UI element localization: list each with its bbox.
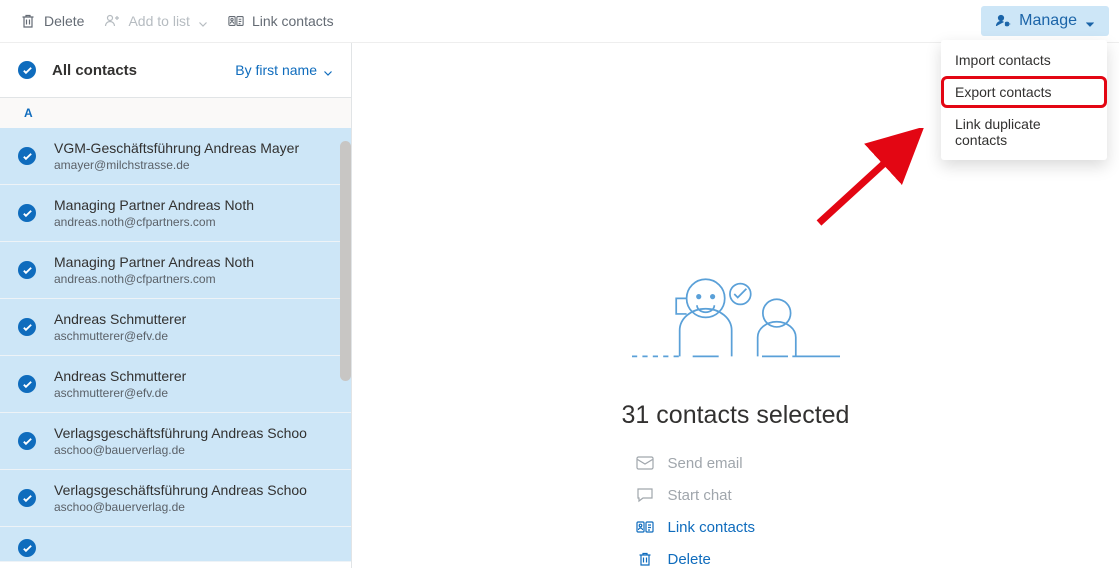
person-add-icon [104,13,120,29]
delete-action[interactable]: Delete [636,550,836,568]
contact-name: Verlagsgeschäftsführung Andreas Schoo [54,482,307,498]
contact-row[interactable] [0,527,351,562]
select-all-check-icon[interactable] [18,61,36,79]
start-chat-label: Start chat [668,487,732,504]
chat-icon [636,486,654,504]
contact-list[interactable]: VGM-Geschäftsführung Andreas Mayer amaye… [0,128,351,568]
contact-row[interactable]: Verlagsgeschäftsführung Andreas Schoo as… [0,470,351,527]
contact-row[interactable]: Managing Partner Andreas Noth andreas.no… [0,185,351,242]
contact-name: VGM-Geschäftsführung Andreas Mayer [54,140,299,156]
link-duplicate-contacts-item[interactable]: Link duplicate contacts [941,108,1107,156]
add-to-list-label: Add to list [128,13,189,29]
link-contacts-action[interactable]: Link contacts [636,518,836,536]
contact-name: Managing Partner Andreas Noth [54,197,254,213]
section-letter: A [0,98,351,128]
contact-email: aschmutterer@efv.de [54,386,186,400]
manage-dropdown: Import contacts Export contacts Link dup… [941,40,1107,160]
delete-button[interactable]: Delete [10,7,94,35]
contact-name: Andreas Schmutterer [54,368,186,384]
contact-email: aschmutterer@efv.de [54,329,186,343]
sort-label: By first name [235,62,317,78]
scrollbar-thumb[interactable] [340,141,351,381]
chevron-down-icon [1085,16,1095,26]
trash-icon [20,13,36,29]
chevron-down-icon [323,65,333,75]
contact-row[interactable]: Andreas Schmutterer aschmutterer@efv.de [0,356,351,413]
check-icon[interactable] [18,261,36,279]
send-email-action[interactable]: Send email [636,454,836,472]
contacts-illustration [616,268,856,359]
selection-title: 31 contacts selected [622,401,850,430]
send-email-label: Send email [668,455,743,472]
check-icon[interactable] [18,489,36,507]
link-contacts-label: Link contacts [252,13,334,29]
import-contacts-item[interactable]: Import contacts [941,44,1107,76]
annotation-arrow-icon [814,128,924,228]
contact-row[interactable]: VGM-Geschäftsführung Andreas Mayer amaye… [0,128,351,185]
contact-name: Verlagsgeschäftsführung Andreas Schoo [54,425,307,441]
trash-icon [636,550,654,568]
contact-name: Andreas Schmutterer [54,311,186,327]
check-icon[interactable] [18,204,36,222]
contact-name: Managing Partner Andreas Noth [54,254,254,270]
check-icon[interactable] [18,147,36,165]
manage-label: Manage [1019,12,1077,30]
manage-button[interactable]: Manage [981,6,1109,36]
link-contacts-action-label: Link contacts [668,519,756,536]
start-chat-action[interactable]: Start chat [636,486,836,504]
check-icon[interactable] [18,375,36,393]
sidebar-header: All contacts By first name [0,43,351,98]
contact-email: aschoo@bauerverlag.de [54,443,307,457]
toolbar: Delete Add to list Link contacts Manage … [0,0,1119,43]
delete-label: Delete [44,13,84,29]
contact-email: amayer@milchstrasse.de [54,158,299,172]
actions-list: Send email Start chat Link contacts Dele… [636,454,836,568]
contact-row[interactable]: Andreas Schmutterer aschmutterer@efv.de [0,299,351,356]
contact-email: aschoo@bauerverlag.de [54,500,307,514]
chevron-down-icon [198,16,208,26]
contact-email: andreas.noth@cfpartners.com [54,272,254,286]
delete-action-label: Delete [668,551,711,568]
manage-icon [995,13,1011,29]
sort-button[interactable]: By first name [235,62,333,78]
contact-sidebar: All contacts By first name A VGM-Geschäf… [0,43,352,568]
mail-icon [636,454,654,472]
export-contacts-item[interactable]: Export contacts [941,76,1107,108]
check-icon[interactable] [18,539,36,557]
add-to-list-button: Add to list [94,7,217,35]
contact-row[interactable]: Managing Partner Andreas Noth andreas.no… [0,242,351,299]
contact-email: andreas.noth@cfpartners.com [54,215,254,229]
link-contacts-icon [228,13,244,29]
link-contacts-toolbar-button[interactable]: Link contacts [218,7,344,35]
link-contacts-icon [636,518,654,536]
check-icon[interactable] [18,318,36,336]
contact-row[interactable]: Verlagsgeschäftsführung Andreas Schoo as… [0,413,351,470]
sidebar-title: All contacts [52,62,137,79]
check-icon[interactable] [18,432,36,450]
